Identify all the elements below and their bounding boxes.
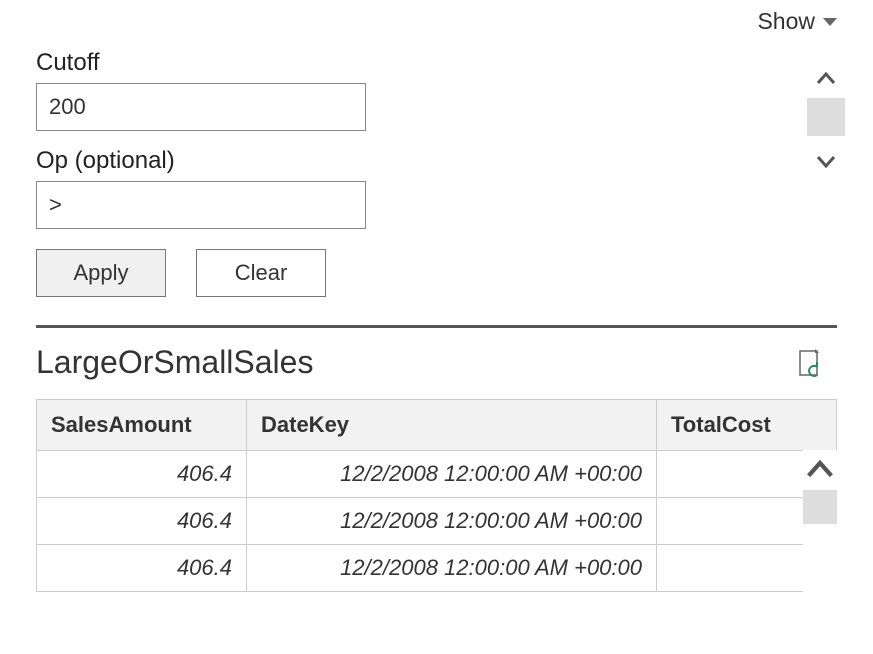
table-scrollbar[interactable] [803,450,837,592]
cutoff-label: Cutoff [36,49,837,77]
results-table: SalesAmount DateKey TotalCost 406.4 12/2… [36,399,837,592]
op-label: Op (optional) [36,147,837,175]
col-header-totalcost[interactable]: TotalCost [657,400,837,451]
scroll-thumb[interactable] [803,490,837,524]
op-input[interactable] [36,181,366,229]
cell-salesamount: 406.4 [37,545,247,592]
cutoff-input[interactable] [36,83,366,131]
cell-datekey: 12/2/2008 12:00:00 AM +00:00 [247,498,657,545]
apply-button[interactable]: Apply [36,249,166,297]
caret-down-icon [823,18,837,26]
cell-salesamount: 406.4 [37,451,247,498]
table-row[interactable]: 406.4 12/2/2008 12:00:00 AM +00:00 2 [37,451,837,498]
scroll-up-icon[interactable] [803,450,837,490]
show-dropdown[interactable]: Show [757,8,837,35]
cell-datekey: 12/2/2008 12:00:00 AM +00:00 [247,545,657,592]
col-header-salesamount[interactable]: SalesAmount [37,400,247,451]
cell-datekey: 12/2/2008 12:00:00 AM +00:00 [247,451,657,498]
table-row[interactable]: 406.4 12/2/2008 12:00:00 AM +00:00 2 [37,545,837,592]
clear-button[interactable]: Clear [196,249,326,297]
table-row[interactable]: 406.4 12/2/2008 12:00:00 AM +00:00 2 [37,498,837,545]
cell-salesamount: 406.4 [37,498,247,545]
show-label: Show [757,8,815,35]
refresh-icon[interactable] [795,347,823,379]
results-title: LargeOrSmallSales [36,344,313,381]
col-header-datekey[interactable]: DateKey [247,400,657,451]
